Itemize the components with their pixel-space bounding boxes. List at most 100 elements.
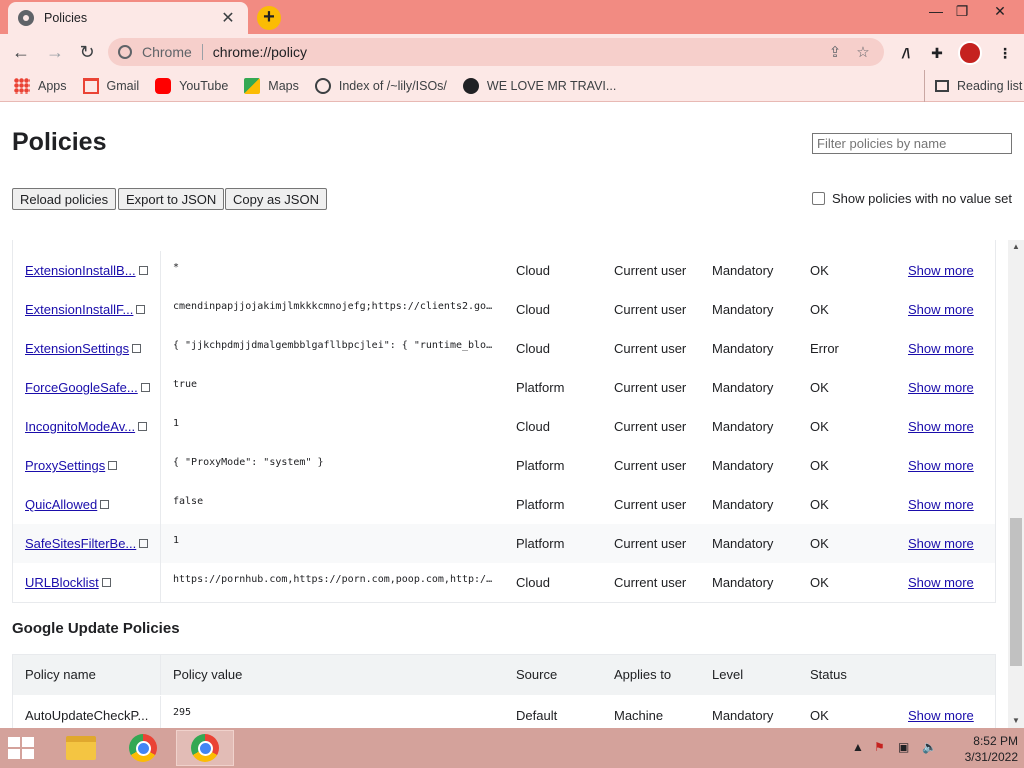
bookmark-apps[interactable]: Apps	[14, 77, 67, 94]
bookmark-star-icon[interactable]: ☆	[852, 43, 874, 61]
action-center-flag-icon[interactable]: ⚑	[874, 740, 885, 754]
external-link-icon	[136, 305, 146, 314]
policy-applies-to: Current user	[614, 263, 687, 278]
bookmark-gmail[interactable]: Gmail	[82, 77, 139, 94]
network-icon[interactable]: ▣	[898, 740, 909, 754]
taskbar-chrome-active[interactable]	[176, 730, 234, 766]
show-more-link[interactable]: Show more	[908, 407, 974, 446]
policy-status: OK	[810, 263, 829, 278]
policy-source: Cloud	[516, 575, 550, 590]
address-bar[interactable]: Chrome chrome://policy ⇪ ☆	[108, 38, 884, 66]
copy-json-button[interactable]: Copy as JSON	[225, 188, 327, 210]
gmail-icon	[82, 77, 99, 94]
policy-source: Platform	[516, 497, 565, 512]
taskbar-file-explorer[interactable]	[52, 730, 110, 766]
bookmark-label: Apps	[38, 78, 67, 93]
show-more-link[interactable]: Show more	[908, 368, 974, 407]
policy-value: { "jjkchpdmjjdmalgembblgafllbpcjlei": { …	[173, 340, 495, 351]
new-tab-button[interactable]: +	[257, 6, 281, 30]
taskbar-clock[interactable]: 8:52 PM 3/31/2022	[938, 733, 1018, 765]
policy-name-link[interactable]: URLBlocklist	[25, 563, 155, 602]
profile-avatar[interactable]	[958, 41, 982, 65]
policy-level: Mandatory	[712, 497, 774, 512]
show-more-link[interactable]: Show more	[908, 485, 974, 524]
reading-list-icon	[935, 80, 949, 92]
policy-name-link[interactable]: ExtensionInstallB...	[25, 251, 155, 290]
policy-name-link[interactable]: SafeSitesFilterBe...	[25, 524, 155, 563]
policy-name-link[interactable]: QuicAllowed	[25, 485, 155, 524]
policy-level: Mandatory	[712, 380, 774, 395]
table-row: URLBlocklist https://pornhub.com,https:/…	[13, 563, 995, 602]
omnibox-url[interactable]: chrome://policy	[213, 44, 818, 60]
volume-icon[interactable]: 🔈	[922, 740, 937, 754]
bookmark-maps[interactable]: Maps	[244, 77, 299, 94]
policy-status: OK	[810, 302, 829, 317]
policy-status: OK	[810, 536, 829, 551]
chrome-icon	[191, 734, 219, 762]
policy-name-link[interactable]: ProxySettings	[25, 446, 155, 485]
tab-policies[interactable]: Policies ✕	[8, 2, 248, 34]
bookmark-index-isos[interactable]: Index of /~lily/ISOs/	[314, 77, 447, 94]
tray-overflow-icon[interactable]: ▲	[852, 740, 864, 754]
scroll-up-arrow-icon[interactable]: ▲	[1008, 240, 1024, 254]
extension-icon[interactable]: /\	[895, 42, 917, 64]
reading-list-label: Reading list	[957, 79, 1023, 93]
show-more-link[interactable]: Show more	[908, 446, 974, 485]
table-row: ForceGoogleSafe... true Platform Current…	[13, 368, 995, 407]
extensions-puzzle-icon[interactable]: ✚	[926, 42, 948, 64]
filter-policies-input[interactable]	[812, 133, 1012, 154]
bookmarks-bar: Apps Gmail YouTube Maps Index of /~lily/…	[0, 70, 1024, 102]
bookmark-we-love[interactable]: WE LOVE MR TRAVI...	[462, 77, 616, 94]
maps-icon	[244, 77, 261, 94]
bookmark-label: YouTube	[179, 78, 229, 93]
reload-icon[interactable]: ↻	[74, 40, 100, 66]
table-header: Policy name Policy value Source Applies …	[13, 655, 995, 695]
taskbar-chrome[interactable]	[114, 730, 172, 766]
policy-source: Cloud	[516, 263, 550, 278]
policy-name-link[interactable]: ExtensionSettings	[25, 329, 155, 368]
policy-value: *	[173, 262, 180, 273]
forward-arrow-icon[interactable]: →	[42, 40, 68, 66]
show-more-link[interactable]: Show more	[908, 329, 974, 368]
scrollbar-thumb[interactable]	[1010, 518, 1022, 666]
tab-close-icon[interactable]: ✕	[218, 8, 238, 28]
external-link-icon	[100, 500, 110, 509]
menu-dots-icon[interactable]: ⋮	[994, 42, 1016, 64]
bookmark-youtube[interactable]: YouTube	[155, 77, 229, 94]
policy-level: Mandatory	[712, 341, 774, 356]
reload-policies-button[interactable]: Reload policies	[12, 188, 117, 210]
header-source: Source	[516, 667, 558, 682]
export-json-button[interactable]: Export to JSON	[118, 188, 225, 210]
policy-value: cmendinpapjjojakimjlmkkkcmnojefg;https:/…	[173, 301, 495, 312]
policy-status: OK	[810, 458, 829, 473]
restore-button[interactable]: ❐	[944, 0, 980, 24]
policy-name: AutoUpdateCheckP...	[25, 708, 149, 723]
clock-time: 8:52 PM	[973, 734, 1018, 748]
policy-name-link[interactable]: ExtensionInstallF...	[25, 290, 155, 329]
policy-applies-to: Machine	[614, 708, 664, 723]
bookmark-label: Maps	[268, 78, 299, 93]
show-more-link[interactable]: Show more	[908, 251, 974, 290]
page-scrollbar[interactable]: ▲ ▼	[1008, 240, 1024, 728]
show-more-link[interactable]: Show more	[908, 524, 974, 563]
policy-value: { "ProxyMode": "system" }	[173, 457, 324, 468]
policy-level: Mandatory	[712, 536, 774, 551]
policy-name-link[interactable]: IncognitoModeAv...	[25, 407, 155, 446]
share-icon[interactable]: ⇪	[824, 43, 846, 61]
close-window-button[interactable]: ✕	[982, 0, 1018, 24]
external-link-icon	[108, 461, 118, 470]
policy-value: https://pornhub.com,https://porn.com,poo…	[173, 574, 495, 585]
show-more-link[interactable]: Show more	[908, 290, 974, 329]
policy-level: Mandatory	[712, 708, 774, 723]
show-more-link[interactable]: Show more	[908, 563, 974, 602]
table-row: ExtensionInstallB... * Cloud Current use…	[13, 251, 995, 290]
back-arrow-icon[interactable]: ←	[8, 40, 34, 66]
windows-start-icon[interactable]	[8, 737, 36, 761]
show-more-link[interactable]: Show more	[908, 696, 974, 728]
external-link-icon	[138, 422, 148, 431]
policy-level: Mandatory	[712, 458, 774, 473]
reading-list-button[interactable]: Reading list	[924, 70, 1022, 102]
policy-name-link[interactable]: ForceGoogleSafe...	[25, 368, 155, 407]
scroll-down-arrow-icon[interactable]: ▼	[1008, 714, 1024, 728]
show-no-value-checkbox[interactable]	[812, 192, 825, 205]
